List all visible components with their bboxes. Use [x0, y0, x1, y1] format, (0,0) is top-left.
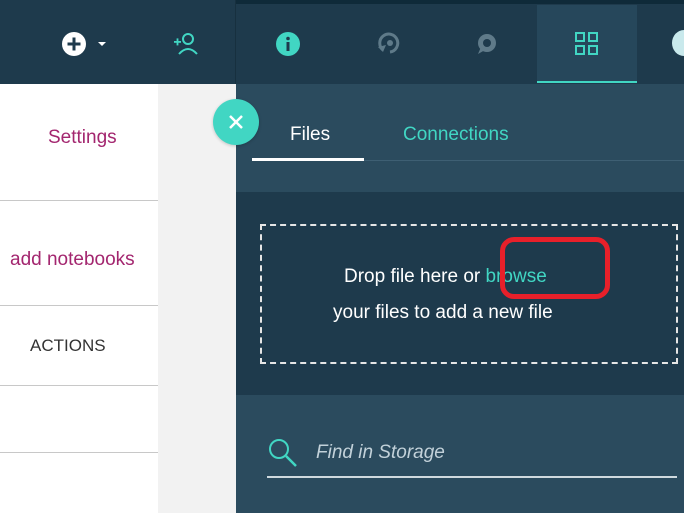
search-icon — [269, 439, 297, 467]
chat-icon[interactable] — [472, 30, 500, 58]
info-icon[interactable] — [274, 30, 302, 58]
drop-text: Drop file here or — [344, 266, 486, 287]
history-icon[interactable] — [374, 30, 402, 58]
actions-column-header: ACTIONS — [30, 336, 106, 355]
top-bar-left-section — [0, 0, 236, 84]
close-icon — [229, 115, 243, 129]
divider — [0, 385, 158, 386]
search-underline — [267, 476, 677, 478]
panel-shadow-area — [158, 84, 236, 513]
data-icon[interactable] — [573, 30, 601, 58]
active-tab-indicator — [252, 158, 364, 161]
close-panel-button[interactable] — [213, 99, 259, 145]
add-user-icon[interactable] — [172, 30, 200, 58]
divider — [0, 200, 158, 201]
annotation-highlight-box — [500, 237, 610, 299]
chevron-down-icon[interactable] — [94, 30, 110, 58]
add-icon[interactable] — [60, 30, 88, 58]
divider — [0, 305, 158, 306]
drop-instructions-line-2: your files to add a new file — [333, 302, 553, 323]
search-input[interactable] — [316, 438, 676, 468]
add-notebooks-link[interactable]: add notebooks — [10, 249, 135, 271]
tab-files[interactable]: Files — [290, 124, 330, 146]
divider — [0, 452, 158, 453]
settings-link[interactable]: Settings — [48, 127, 117, 149]
tab-connections[interactable]: Connections — [403, 124, 509, 146]
file-drop-zone[interactable] — [260, 224, 678, 364]
tab-divider — [364, 160, 684, 161]
